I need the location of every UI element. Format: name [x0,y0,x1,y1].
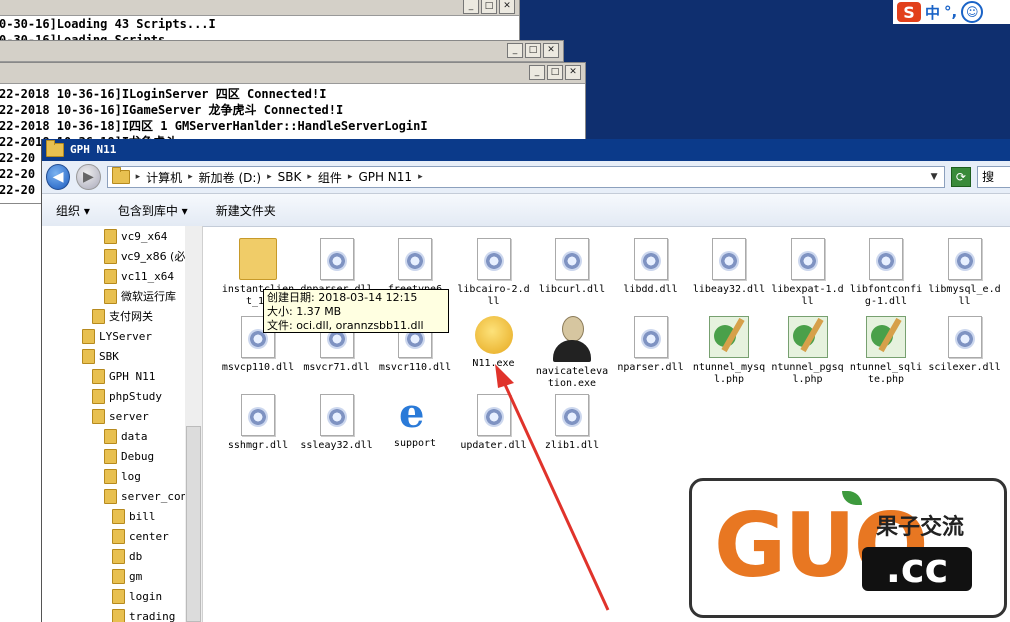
watermark-name: 果子交流 [876,515,965,540]
watermark-logo: GUO 果子交流 .cc [689,478,1007,618]
watermark-domain: .cc [862,547,972,591]
